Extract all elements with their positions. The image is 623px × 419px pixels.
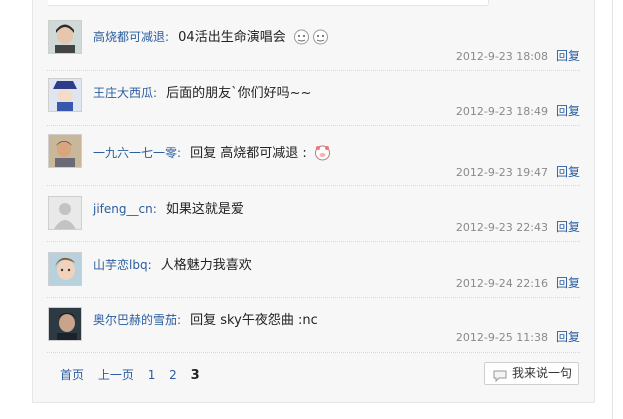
comment-text: 人格魅力我喜欢	[160, 258, 252, 273]
divider	[47, 352, 580, 353]
first-page-link[interactable]: 首页	[60, 368, 84, 382]
pagination: 首页 上一页 1 2 3	[60, 366, 210, 383]
username[interactable]: 王庄大西瓜	[93, 86, 153, 100]
username-separator: :	[177, 146, 182, 160]
avatar[interactable]	[48, 78, 82, 112]
comment-time: 2012-9-23 19:47	[455, 166, 548, 179]
pig-emoji-icon	[314, 144, 331, 165]
comment-item: 王庄大西瓜: 后面的朋友`你们好吗~~ 2012-9-23 18:49 回复	[47, 78, 580, 126]
username[interactable]: jifeng__cn	[93, 202, 153, 216]
reply-link[interactable]: 回复	[556, 276, 580, 290]
username[interactable]: 高烧都可减退	[93, 30, 165, 44]
username[interactable]: 奥尔巴赫的雪茄	[93, 313, 177, 327]
comment-text: 回复 sky午夜怨曲 :nc	[190, 313, 318, 328]
comment-text: 后面的朋友`你们好吗~~	[166, 86, 312, 101]
divider	[47, 185, 580, 186]
comment-item: 奥尔巴赫的雪茄: 回复 sky午夜怨曲 :nc 2012-9-25 11:38 回…	[47, 307, 580, 353]
username-separator: :	[177, 313, 182, 327]
avatar[interactable]	[48, 307, 82, 341]
username[interactable]: 一九六一七一零	[93, 146, 177, 160]
divider	[47, 70, 580, 71]
comment-text: 如果这就是爱	[165, 202, 244, 217]
current-page: 3	[190, 368, 200, 383]
write-comment-button[interactable]: 我来说一句	[484, 362, 579, 385]
avatar[interactable]	[48, 196, 82, 230]
reply-link[interactable]: 回复	[556, 49, 580, 63]
avatar[interactable]	[48, 134, 82, 168]
avatar[interactable]	[48, 20, 82, 54]
page-edge	[612, 0, 613, 419]
page-2-link[interactable]: 2	[169, 368, 177, 382]
prev-page-link[interactable]: 上一页	[98, 368, 134, 382]
page-1-link[interactable]: 1	[148, 368, 156, 382]
comment-time: 2012-9-23 18:08	[455, 50, 548, 63]
divider	[47, 241, 580, 242]
username-separator: :	[152, 202, 157, 216]
comment-item: 高烧都可减退: 04活出生命演唱会 2012-9-23 18:08 回复	[47, 20, 580, 71]
face-emoji-icon	[312, 28, 329, 49]
divider	[47, 297, 580, 298]
reply-link[interactable]: 回复	[556, 165, 580, 179]
comment-item: jifeng__cn: 如果这就是爱 2012-9-23 22:43 回复	[47, 196, 580, 242]
username-separator: :	[147, 258, 152, 272]
panel-top-tab	[48, 0, 489, 6]
comment-time: 2012-9-23 18:49	[455, 105, 548, 118]
username-separator: :	[153, 86, 158, 100]
divider	[47, 125, 580, 126]
comment-item: 山芋恋lbq: 人格魅力我喜欢 2012-9-24 22:16 回复	[47, 252, 580, 298]
comment-time: 2012-9-23 22:43	[455, 221, 548, 234]
username[interactable]: 山芋恋lbq	[93, 258, 148, 272]
reply-link[interactable]: 回复	[556, 220, 580, 234]
speech-bubble-icon	[493, 368, 507, 389]
comment-item: 一九六一七一零: 回复 高烧都可减退 : 2012-9-23 19:47 回复	[47, 134, 580, 186]
write-comment-label: 我来说一句	[512, 366, 573, 380]
avatar[interactable]	[48, 252, 82, 286]
reply-link[interactable]: 回复	[556, 330, 580, 344]
reply-link[interactable]: 回复	[556, 104, 580, 118]
comment-time: 2012-9-24 22:16	[455, 277, 548, 290]
face-emoji-icon	[293, 28, 310, 49]
comment-time: 2012-9-25 11:38	[455, 331, 548, 344]
username-separator: :	[165, 30, 170, 44]
comment-text: 04活出生命演唱会	[178, 30, 286, 45]
comment-text: 回复 高烧都可减退 :	[190, 146, 307, 161]
